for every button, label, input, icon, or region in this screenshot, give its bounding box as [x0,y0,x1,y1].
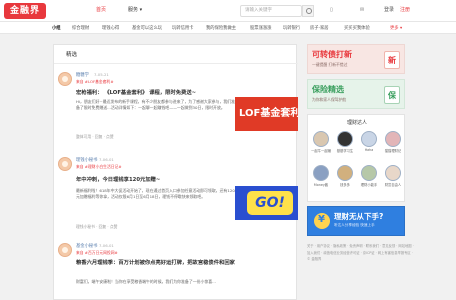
beginner-promo-banner[interactable]: 理财无从下手? 听达人分享经验 快速上手 [307,206,405,236]
expert-card[interactable]: 一起牛一起赚 [309,131,333,155]
bond-subscription-ad[interactable]: 可转债打新 一键提醒 打新不错过 新 [307,44,405,74]
featured-feed: 精选 糖糖学 7-05-21 来自 #LOF基金套利# 宏枪福利： 《LOF基金… [53,44,298,300]
post-excerpt: Hi，朋友们好~最近发布的新手课程，有不少朋友都参与进来了，为了感谢大家参与，我… [76,99,235,111]
search-icon[interactable] [302,5,314,17]
expert-card[interactable]: 钱多多 [333,165,357,189]
avatar [361,165,377,181]
category-bar: 小组 综合理财 理钱心得 基金可以这么玩 玩转信用卡 我的保险我做主 股票涨涨涨… [0,22,456,34]
cat-group[interactable]: 小组 [52,25,61,31]
top-bar: 金融界 首页 服务 ▾ 请输入关键字 ▯ ✉ 登录 注册 [0,0,456,22]
avatar [337,165,353,181]
ad-title: 可转债打新 [312,50,352,59]
ad-badge: 新 [384,51,400,69]
post-excerpt: 最新福利啦！618年中大促活动开始了，现在通过首页入口参加任意活动即可领取，还有… [76,188,235,200]
expert-name: 猫猫理财记 [384,149,402,153]
ad-subtitle: 为你和家人保驾护航 [312,97,347,102]
mobile-icon[interactable]: ▯ [330,7,333,13]
post-time: 7-06-01 [99,157,114,162]
cat-item[interactable]: 我的保险我做主 [206,25,236,31]
promo-title: 理财无从下手? [334,212,384,221]
expert-name: 理财小能手 [360,183,378,187]
post-author[interactable]: 理钱小秘书 [76,157,97,163]
avatar[interactable] [58,243,72,257]
post-author[interactable]: 基金小秘书 [76,243,97,249]
post-tag[interactable]: 来自 #百万日元网投网# [76,250,118,256]
ad-badge: 保 [384,86,400,104]
insurance-ad[interactable]: 保险精选 为你和家人保驾护航 保 [307,79,405,109]
cat-item[interactable]: 基金可以这么玩 [132,25,162,31]
cat-item[interactable]: 玩转银行 [283,25,300,31]
cat-item[interactable]: 房子·家居 [310,25,329,31]
post-meta: 整体可用 · 回复 · 点赞 [76,134,114,139]
post-time: 7-06-01 [99,243,114,248]
expert-card[interactable]: Haha [357,131,381,155]
post-title[interactable]: 年中冲刺，今日理钱享120元加赠~ [76,175,266,183]
cat-more[interactable]: 更多 ▾ [390,25,402,31]
promo-subtitle: 听达人分享经验 快速上手 [334,223,375,227]
avatar [385,131,401,147]
post-author[interactable]: 糖糖学 [76,72,89,78]
divider [54,63,298,64]
expert-name: 一起牛一起赚 [311,149,331,153]
cat-item[interactable]: 玩转信用卡 [172,25,193,31]
post-time: 7-05-21 [94,72,109,77]
experts-title: 理财达人 [346,120,367,126]
avatar [385,165,401,181]
search-input[interactable]: 请输入关键字 [240,5,302,17]
footer-links[interactable]: 关于 · 用户协议 · 隐私政策 · 免责声明 · 联系我们 · 意见反馈 · … [307,243,417,263]
cat-item[interactable]: 买买买我体验 [344,25,370,31]
expert-name: 钱多多 [340,183,350,187]
post-thumbnail[interactable]: LOF基金套利 [235,97,298,131]
nav-home[interactable]: 首页 [96,6,106,13]
post-title[interactable]: 宏枪福利： 《LOF基金套利》 课程，限时免费送~ [76,88,266,96]
coin-icon [314,213,330,229]
expert-card[interactable]: 财富自由人 [381,165,405,189]
post-title[interactable]: 粮香六月理钱季：百万计划被你点亮好运打牌，把故宫稳债件和回家 [76,259,236,267]
post-excerpt: 财富们，端午安康啦！当你在享受粮香端午的时候，我们为你准备了一份小惊喜... [76,279,216,284]
expert-card[interactable]: Money酱 [309,165,333,189]
cat-item[interactable]: 股票涨涨涨 [250,25,271,31]
feed-title: 精选 [66,52,78,58]
experts-panel: 理财达人 一起牛一起赚 基基学习生 Haha 猫猫理财记 Money酱 钱多多 … [307,114,405,202]
thumbnail-text: GO! [247,191,293,215]
post-tag[interactable]: 来自 #LOF基金套利# [76,79,114,85]
post-meta: 理钱小秘书 · 回复 · 点赞 [76,224,118,229]
expert-name: Money酱 [313,183,329,187]
post-thumbnail[interactable]: GO! [235,186,298,220]
expert-card[interactable]: 猫猫理财记 [381,131,405,155]
expert-name: 财富自由人 [384,183,402,187]
cat-item[interactable]: 理钱心得 [102,25,119,31]
avatar [337,131,353,147]
login-link[interactable]: 登录 [384,6,394,13]
expert-name: Haha [364,148,374,152]
expert-card[interactable]: 理财小能手 [357,165,381,189]
avatar[interactable] [58,157,72,171]
expert-name: 基基学习生 [336,149,354,153]
mail-icon[interactable]: ✉ [360,7,364,13]
nav-services[interactable]: 服务 ▾ [128,6,142,13]
avatar [313,165,329,181]
avatar [361,131,377,147]
ad-title: 保险精选 [312,85,344,94]
post-tag[interactable]: 来自 #理财小白生活日记# [76,164,122,170]
cat-item[interactable]: 综合理财 [72,25,89,31]
register-link[interactable]: 注册 [400,6,410,13]
ad-subtitle: 一键提醒 打新不错过 [312,62,348,67]
avatar [313,131,329,147]
expert-card[interactable]: 基基学习生 [333,131,357,155]
site-logo[interactable]: 金融界 [4,3,46,19]
avatar[interactable] [58,72,72,86]
